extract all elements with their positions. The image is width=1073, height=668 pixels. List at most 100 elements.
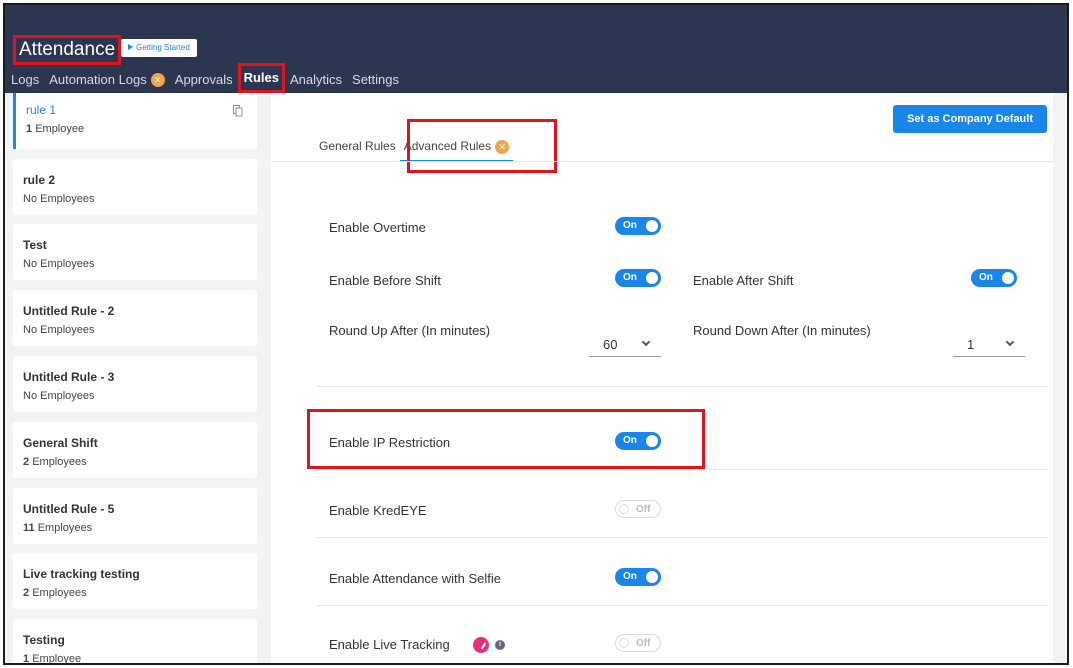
toggle-knob bbox=[646, 272, 658, 284]
chevron-down-icon bbox=[641, 337, 651, 347]
divider bbox=[317, 605, 1047, 606]
premium-badge-icon: ✕ bbox=[150, 73, 165, 87]
count-text: Employee bbox=[35, 123, 85, 135]
toggle-state: On bbox=[979, 272, 993, 283]
live-tracking-toggle[interactable]: Off bbox=[615, 634, 661, 652]
toggle-state: On bbox=[623, 435, 637, 446]
rule-name: Untitled Rule - 3 bbox=[23, 370, 115, 384]
nav-tab-label: Logs bbox=[11, 72, 40, 87]
rule-card[interactable]: General Shift 2 Employees bbox=[13, 422, 257, 478]
rule-name: Live tracking testing bbox=[23, 567, 140, 581]
rule-employee-count: No Employees bbox=[23, 324, 95, 336]
rule-name: Testing bbox=[23, 633, 65, 647]
main-nav: Logs Automation Logs ✕ Approvals Rules An… bbox=[5, 63, 404, 93]
play-icon bbox=[128, 44, 133, 50]
count-text: Employees bbox=[37, 522, 93, 534]
rule-employee-count: No Employees bbox=[23, 258, 95, 270]
nav-tab-analytics[interactable]: Analytics bbox=[285, 68, 347, 92]
chevron-down-icon bbox=[1005, 337, 1015, 347]
count-number: 1 bbox=[26, 123, 33, 135]
nav-tab-label: Rules bbox=[243, 70, 279, 85]
rule-card[interactable]: Untitled Rule - 5 11 Employees bbox=[13, 488, 257, 544]
rule-card[interactable]: Live tracking testing 2 Employees bbox=[13, 553, 257, 609]
nav-tab-rules[interactable]: Rules bbox=[237, 63, 285, 93]
count-text: Employees bbox=[32, 456, 87, 468]
rule-employee-count: 1 Employee bbox=[26, 123, 247, 135]
nav-tab-label: Automation Logs bbox=[49, 72, 147, 87]
toggle-knob bbox=[619, 504, 629, 514]
nav-tab-automation-logs[interactable]: Automation Logs ✕ bbox=[44, 68, 170, 92]
toggle-state: Off bbox=[636, 504, 651, 515]
tabs-divider bbox=[271, 161, 1053, 162]
count-number: 2 bbox=[23, 456, 30, 468]
rule-card[interactable]: Untitled Rule - 3 No Employees bbox=[13, 356, 257, 412]
nav-tab-approvals[interactable]: Approvals bbox=[170, 68, 238, 92]
overtime-label: Enable Overtime bbox=[329, 220, 426, 235]
before-shift-label: Enable Before Shift bbox=[329, 273, 442, 288]
rule-name: Test bbox=[23, 238, 47, 252]
rule-name: rule 1 bbox=[26, 103, 57, 117]
rule-employee-count: 2 Employees bbox=[23, 587, 247, 599]
rocket-icon bbox=[473, 637, 489, 653]
toggle-state: On bbox=[623, 571, 637, 582]
copy-icon[interactable] bbox=[233, 105, 243, 117]
divider bbox=[317, 537, 1047, 538]
select-value: 60 bbox=[603, 337, 618, 352]
overtime-toggle[interactable]: On bbox=[615, 217, 661, 235]
round-up-label: Round Up After (In minutes) bbox=[329, 323, 491, 338]
round-up-select[interactable]: 60 bbox=[589, 329, 661, 357]
toggle-state: On bbox=[623, 272, 637, 283]
ip-restriction-toggle[interactable]: On bbox=[615, 432, 661, 450]
nav-tab-settings[interactable]: Settings bbox=[347, 68, 404, 92]
nav-tab-label: Settings bbox=[352, 72, 400, 87]
set-company-default-button[interactable]: Set as Company Default bbox=[893, 105, 1047, 133]
toggle-state: Off bbox=[636, 638, 651, 649]
count-number: 1 bbox=[23, 653, 30, 665]
rules-sidebar: rule 1 1 Employee rule 2 No Employees Te… bbox=[9, 93, 257, 665]
highlight-box bbox=[407, 119, 557, 173]
rule-card[interactable]: rule 1 1 Employee bbox=[13, 93, 257, 149]
info-icon[interactable]: i bbox=[495, 640, 505, 650]
toggle-state: On bbox=[623, 220, 637, 231]
count-number: 2 bbox=[23, 587, 30, 599]
rule-name: Untitled Rule - 2 bbox=[23, 304, 115, 318]
after-shift-toggle[interactable]: On bbox=[971, 269, 1017, 287]
getting-started-button[interactable]: Getting Started bbox=[121, 39, 197, 57]
rule-settings-panel: Set as Company Default General Rules Adv… bbox=[271, 93, 1053, 663]
nav-tab-label: Approvals bbox=[174, 72, 233, 87]
rule-card[interactable]: rule 2 No Employees bbox=[13, 159, 257, 215]
tab-general-rules[interactable]: General Rules bbox=[315, 133, 400, 162]
count-text: Employees bbox=[32, 587, 87, 599]
kredeye-label: Enable KredEYE bbox=[329, 503, 427, 518]
divider bbox=[317, 469, 1047, 470]
getting-started-label: Getting Started bbox=[136, 43, 190, 52]
rule-card[interactable]: Testing 1 Employee bbox=[13, 619, 257, 665]
toggle-knob bbox=[646, 571, 658, 583]
rule-name: General Shift bbox=[23, 436, 98, 450]
divider bbox=[317, 386, 1047, 387]
rule-employee-count: 1 Employee bbox=[23, 653, 247, 665]
rule-name: rule 2 bbox=[23, 173, 56, 187]
top-header: Attendance Getting Started Logs Automati… bbox=[5, 5, 1067, 93]
rule-employee-count: No Employees bbox=[23, 390, 95, 402]
toggle-knob bbox=[646, 435, 658, 447]
rule-employee-count: 11 Employees bbox=[23, 522, 247, 534]
toggle-knob bbox=[1002, 272, 1014, 284]
ip-restriction-label: Enable IP Restriction bbox=[329, 435, 451, 450]
toggle-knob bbox=[619, 638, 629, 648]
rule-card[interactable]: Test No Employees bbox=[13, 224, 257, 280]
after-shift-label: Enable After Shift bbox=[693, 273, 794, 288]
rule-card[interactable]: Untitled Rule - 2 No Employees bbox=[13, 290, 257, 346]
before-shift-toggle[interactable]: On bbox=[615, 269, 661, 287]
kredeye-toggle[interactable]: Off bbox=[615, 500, 661, 518]
selfie-toggle[interactable]: On bbox=[615, 568, 661, 586]
round-down-select[interactable]: 1 bbox=[953, 329, 1025, 357]
rule-employee-count: No Employees bbox=[23, 193, 95, 205]
nav-tab-logs[interactable]: Logs bbox=[5, 68, 44, 92]
nav-tab-label: Analytics bbox=[290, 72, 343, 87]
toggle-knob bbox=[646, 220, 658, 232]
round-down-label: Round Down After (In minutes) bbox=[693, 323, 871, 338]
count-number: 11 bbox=[23, 522, 35, 534]
select-value: 1 bbox=[967, 337, 975, 352]
selfie-label: Enable Attendance with Selfie bbox=[329, 571, 502, 586]
